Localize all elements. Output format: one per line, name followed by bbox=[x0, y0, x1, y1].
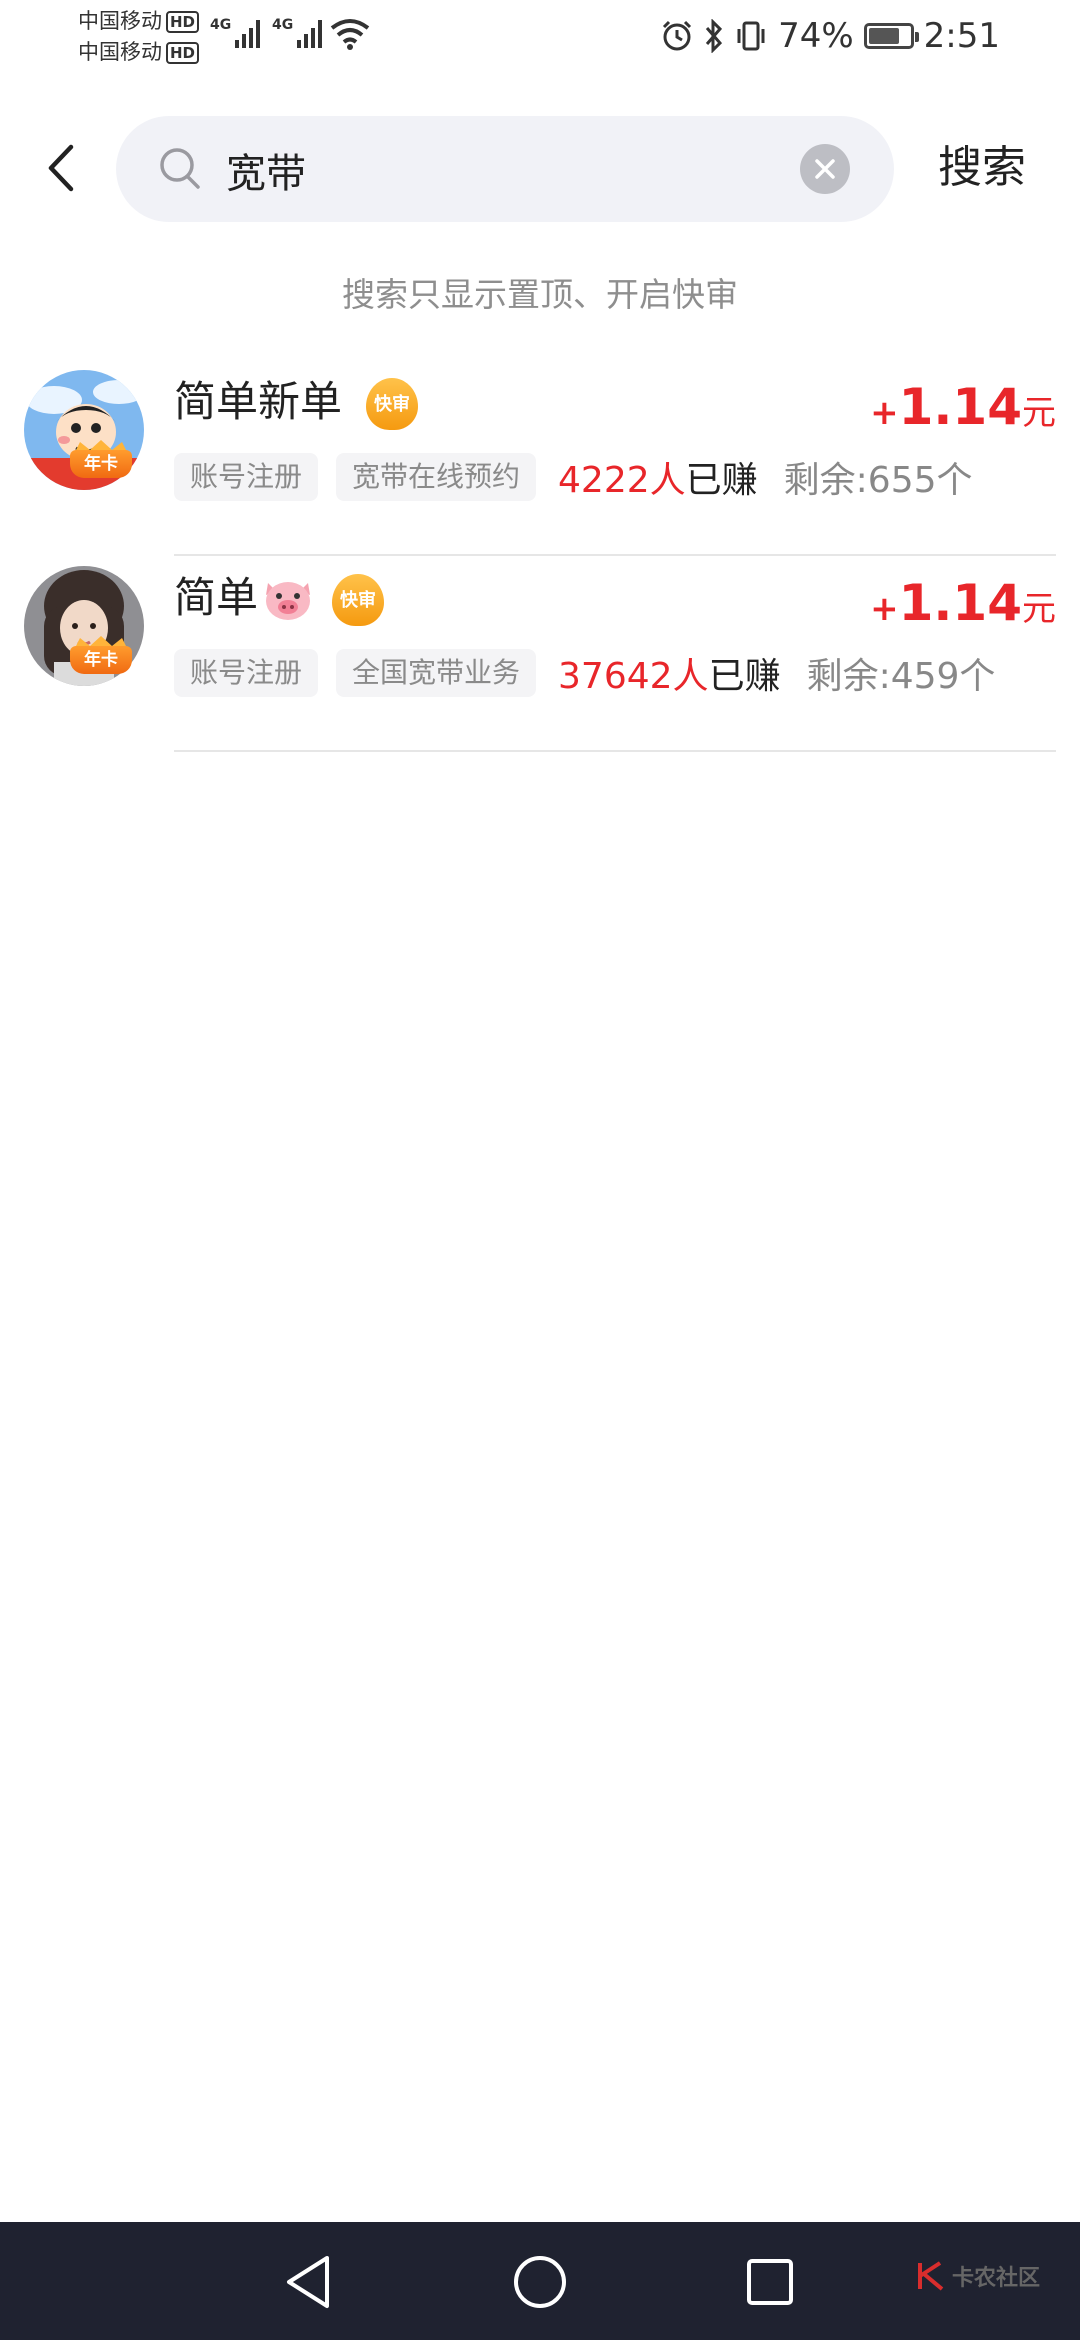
price-value: 1.14 bbox=[898, 378, 1022, 436]
nav-home-button[interactable] bbox=[508, 2250, 572, 2314]
search-input[interactable] bbox=[224, 136, 788, 204]
clock-time: 2:51 bbox=[923, 16, 1000, 56]
item-meta: 账号注册 全国宽带业务 37642人已赚 剩余:459个 bbox=[174, 648, 995, 698]
fast-review-label: 快审 bbox=[374, 394, 410, 415]
clear-search-button[interactable] bbox=[800, 144, 850, 194]
annual-card-badge: 年卡 bbox=[66, 636, 136, 676]
network-type-2: 4G bbox=[272, 17, 294, 33]
price-plus: + bbox=[870, 589, 899, 629]
hd-badge-1: HD bbox=[166, 10, 200, 33]
item-title: 简单 bbox=[174, 568, 314, 628]
triangle-back-icon bbox=[287, 2256, 329, 2308]
price-unit: 元 bbox=[1022, 393, 1056, 433]
earned-count: 4222人已赚 bbox=[558, 460, 758, 501]
price-plus: + bbox=[870, 393, 899, 433]
network-type-1: 4G bbox=[210, 17, 232, 33]
reward-price: + 1.14 元 bbox=[870, 574, 1056, 632]
search-icon bbox=[160, 148, 200, 189]
watermark: 卡农社区 bbox=[916, 2260, 1040, 2292]
carrier-info: 中国移动 HD 中国移动 HD bbox=[78, 6, 200, 68]
fast-review-badge: 快审 bbox=[332, 574, 384, 630]
status-bar: 中国移动 HD 中国移动 HD 4G 4G 74% 2:51 bbox=[0, 0, 1080, 72]
signal-icon-2: 4G bbox=[272, 17, 323, 48]
fast-review-label: 快审 bbox=[340, 590, 376, 611]
signal-icon-1: 4G bbox=[210, 17, 261, 48]
chevron-left-icon bbox=[48, 144, 74, 192]
annual-card-badge: 年卡 bbox=[66, 440, 136, 480]
item-title-text: 简单 bbox=[174, 573, 259, 622]
close-icon bbox=[815, 159, 835, 179]
price-value: 1.14 bbox=[898, 574, 1022, 632]
battery-percent: 74% bbox=[778, 16, 854, 56]
annual-card-label: 年卡 bbox=[84, 454, 118, 474]
reward-price: + 1.14 元 bbox=[870, 378, 1056, 436]
remaining-count: 剩余:459个 bbox=[806, 656, 996, 697]
result-list: 年卡 简单新单 快审 + 1.14 元 账号注册 宽带在线预约 4222人已赚 … bbox=[0, 360, 1080, 752]
watermark-text: 卡农社区 bbox=[951, 2266, 1040, 2291]
carrier-name-1: 中国移动 bbox=[78, 9, 162, 33]
bluetooth-icon bbox=[705, 19, 723, 53]
hd-badge-2: HD bbox=[166, 41, 200, 64]
nav-back-button[interactable] bbox=[276, 2250, 340, 2314]
search-header: 搜索 bbox=[0, 116, 1080, 222]
tag: 账号注册 bbox=[174, 649, 319, 697]
square-recents-icon bbox=[747, 2259, 793, 2305]
carrier-name-2: 中国移动 bbox=[78, 40, 162, 64]
remaining-count: 剩余:655个 bbox=[783, 460, 973, 501]
list-item[interactable]: 年卡 简单 快审 + 1.14 元 账号注册 全国宽带业务 37642人已赚 剩… bbox=[0, 556, 1080, 752]
back-button[interactable] bbox=[30, 138, 90, 198]
nav-recents-button[interactable] bbox=[738, 2250, 802, 2314]
vibrate-icon bbox=[737, 21, 765, 51]
battery-icon bbox=[863, 23, 919, 49]
tag: 全国宽带业务 bbox=[336, 649, 537, 697]
item-title: 简单新单 bbox=[174, 372, 342, 432]
search-hint: 搜索只显示置顶、开启快审 bbox=[342, 275, 738, 314]
alarm-icon bbox=[663, 20, 692, 51]
item-title-text: 简单新单 bbox=[174, 377, 343, 426]
search-box[interactable] bbox=[116, 116, 894, 222]
earned-count: 37642人已赚 bbox=[558, 656, 781, 697]
item-meta: 账号注册 宽带在线预约 4222人已赚 剩余:655个 bbox=[174, 452, 973, 502]
wifi-icon bbox=[330, 19, 370, 50]
logo-icon bbox=[917, 2261, 944, 2291]
divider bbox=[174, 750, 1056, 752]
fast-review-badge: 快审 bbox=[366, 378, 418, 434]
tag: 账号注册 bbox=[174, 453, 319, 501]
circle-home-icon bbox=[514, 2256, 566, 2308]
status-right-group: 74% 2:51 bbox=[660, 12, 1000, 60]
price-unit: 元 bbox=[1022, 589, 1056, 629]
pig-face-icon bbox=[266, 582, 311, 620]
search-button[interactable]: 搜索 bbox=[938, 138, 1026, 198]
tag: 宽带在线预约 bbox=[336, 453, 537, 501]
list-item[interactable]: 年卡 简单新单 快审 + 1.14 元 账号注册 宽带在线预约 4222人已赚 … bbox=[0, 360, 1080, 556]
annual-card-label: 年卡 bbox=[84, 650, 118, 670]
